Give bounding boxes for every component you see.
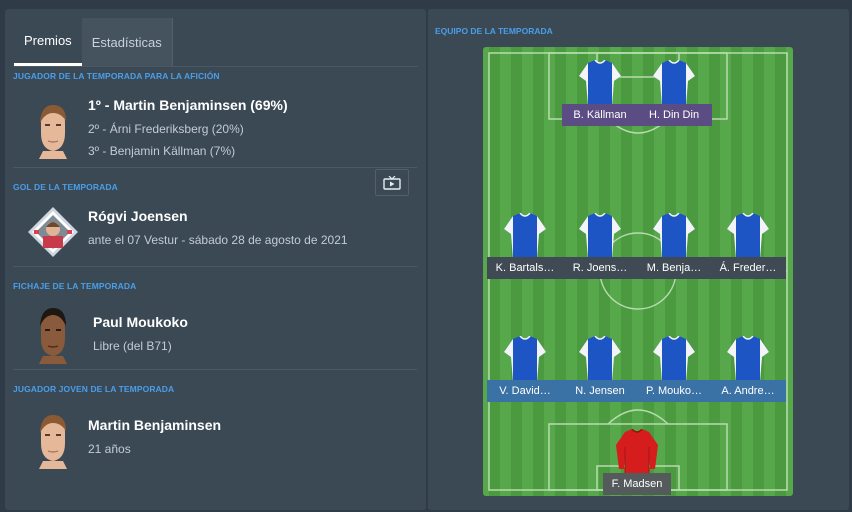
player-name-tag: F. Madsen bbox=[603, 473, 671, 495]
signing-player-name: Paul Moukoko bbox=[93, 314, 188, 330]
fans-player-section: JUGADOR DE LA TEMPORADA PARA LA AFICIÓN bbox=[13, 71, 417, 81]
blue-shirt-icon bbox=[579, 336, 621, 382]
player-card-forward[interactable]: B. Källman bbox=[562, 60, 638, 128]
player-name-tag: P. Mouko… bbox=[636, 380, 712, 402]
team-of-season-panel: EQUIPO DE LA TEMPORADA B. Källman H. Din… bbox=[428, 9, 849, 510]
player-face-avatar[interactable] bbox=[33, 411, 73, 469]
player-name-tag: K. Bartals… bbox=[487, 257, 563, 279]
player-card-defender[interactable]: P. Mouko… bbox=[636, 336, 712, 404]
player-card-midfielder[interactable]: R. Joens… bbox=[562, 213, 638, 281]
blue-shirt-icon bbox=[579, 60, 621, 106]
tab-bar: Premios Estadísticas bbox=[14, 18, 173, 66]
section-title: FICHAJE DE LA TEMPORADA bbox=[13, 281, 137, 291]
player-name-tag: M. Benja… bbox=[636, 257, 712, 279]
player-card-defender[interactable]: V. David… bbox=[487, 336, 563, 404]
player-name-tag: Á. Freder… bbox=[710, 257, 786, 279]
player-card-forward[interactable]: H. Din Din bbox=[636, 60, 712, 128]
section-title: EQUIPO DE LA TEMPORADA bbox=[435, 26, 553, 36]
goal-header-row bbox=[13, 169, 417, 197]
section-divider bbox=[13, 369, 417, 370]
player-name-tag: A. Andre… bbox=[710, 380, 786, 402]
awards-panel: Premios Estadísticas JUGADOR DE LA TEMPO… bbox=[5, 9, 426, 510]
tab-divider bbox=[14, 66, 418, 67]
blue-shirt-icon bbox=[653, 336, 695, 382]
player-name-tag: N. Jensen bbox=[562, 380, 638, 402]
player-card-midfielder[interactable]: K. Bartals… bbox=[487, 213, 563, 281]
section-title: JUGADOR JOVEN DE LA TEMPORADA bbox=[13, 384, 175, 394]
young-player-age: 21 años bbox=[88, 442, 131, 456]
blue-shirt-icon bbox=[727, 336, 769, 382]
red-goalkeeper-shirt-icon bbox=[616, 429, 658, 475]
fans-third-place: 3º - Benjamin Källman (7%) bbox=[88, 144, 236, 158]
fans-second-place: 2º - Árni Frederiksberg (20%) bbox=[88, 122, 244, 136]
tv-play-icon bbox=[383, 175, 401, 190]
player-name-tag: H. Din Din bbox=[636, 104, 712, 126]
section-title: JUGADOR DE LA TEMPORADA PARA LA AFICIÓN bbox=[13, 71, 220, 81]
blue-shirt-icon bbox=[727, 213, 769, 259]
young-player-name: Martin Benjaminsen bbox=[88, 417, 222, 433]
blue-shirt-icon bbox=[653, 60, 695, 106]
blue-shirt-icon bbox=[653, 213, 695, 259]
player-card-midfielder[interactable]: Á. Freder… bbox=[710, 213, 786, 281]
player-card-goalkeeper[interactable]: F. Madsen bbox=[599, 429, 675, 495]
player-card-defender[interactable]: A. Andre… bbox=[710, 336, 786, 404]
blue-shirt-icon bbox=[579, 213, 621, 259]
football-pitch: B. Källman H. Din Din K. Bartals… R. Joe… bbox=[483, 47, 793, 496]
blue-shirt-icon bbox=[504, 213, 546, 259]
tab-estadisticas[interactable]: Estadísticas bbox=[81, 18, 173, 66]
section-divider bbox=[13, 266, 417, 267]
player-card-defender[interactable]: N. Jensen bbox=[562, 336, 638, 404]
tab-premios[interactable]: Premios bbox=[14, 18, 82, 66]
player-face-avatar[interactable] bbox=[33, 101, 73, 159]
player-card-midfielder[interactable]: M. Benja… bbox=[636, 213, 712, 281]
goal-video-thumbnail[interactable] bbox=[26, 205, 80, 259]
signing-section: FICHAJE DE LA TEMPORADA bbox=[13, 281, 417, 291]
fans-first-place: 1º - Martin Benjaminsen (69%) bbox=[88, 97, 288, 113]
video-play-button[interactable] bbox=[375, 169, 409, 196]
player-face-avatar[interactable] bbox=[33, 306, 73, 364]
section-divider bbox=[13, 167, 417, 168]
signing-detail: Libre (del B71) bbox=[93, 339, 172, 353]
player-name-tag: V. David… bbox=[487, 380, 563, 402]
goal-player-name: Rógvi Joensen bbox=[88, 208, 188, 224]
player-name-tag: R. Joens… bbox=[562, 257, 638, 279]
young-player-section: JUGADOR JOVEN DE LA TEMPORADA bbox=[13, 384, 417, 394]
blue-shirt-icon bbox=[504, 336, 546, 382]
goal-detail: ante el 07 Vestur - sábado 28 de agosto … bbox=[88, 233, 348, 247]
player-name-tag: B. Källman bbox=[562, 104, 638, 126]
